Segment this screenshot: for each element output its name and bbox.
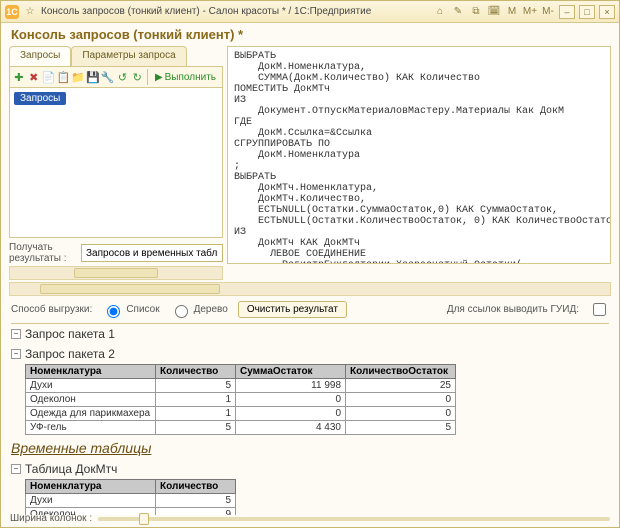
options-row: Способ выгрузки: Список Дерево Очистить … (1, 296, 619, 323)
window-title: Консоль запросов (тонкий клиент) - Салон… (41, 6, 371, 17)
copy-icon[interactable]: ⧉ (469, 5, 483, 19)
collapse-icon[interactable]: − (11, 329, 21, 339)
star-icon[interactable]: ☆ (23, 5, 37, 19)
receive-label: Получать результаты : (9, 242, 77, 264)
query-editor[interactable]: ВЫБРАТЬ ДокМ.Номенклатура, СУММА(ДокМ.Ко… (227, 46, 611, 264)
package1-header[interactable]: − Запрос пакета 1 (11, 326, 609, 342)
new-icon[interactable]: 📄 (42, 68, 56, 86)
slider-track[interactable] (98, 517, 610, 521)
app-icon: 1C (5, 5, 19, 19)
tree-root-item[interactable]: Запросы (14, 92, 66, 105)
run-label: Выполнить (165, 72, 216, 83)
result-table-main: НоменклатураКоличествоСуммаОстатокКоличе… (25, 364, 456, 435)
clear-result-button[interactable]: Очистить результат (238, 301, 347, 318)
guid-label: Для ссылок выводить ГУИД: (447, 304, 579, 315)
settings-icon[interactable]: 🔧 (101, 68, 115, 86)
run-button[interactable]: ▶ Выполнить (151, 68, 220, 86)
mminus-icon[interactable]: M- (541, 5, 555, 19)
edit-icon[interactable]: ✎ (451, 5, 465, 19)
collapse-icon[interactable]: − (11, 464, 21, 474)
collapse-icon[interactable]: − (11, 349, 21, 359)
mplus-icon[interactable]: M+ (523, 5, 537, 19)
play-icon: ▶ (155, 72, 163, 83)
undo-icon[interactable]: ↺ (116, 68, 130, 86)
slider-thumb[interactable] (139, 513, 149, 525)
toolbar: ✚ ✖ 📄 📋 📁 💾 🔧 ↺ ↻ ▶ Выполнить (9, 66, 223, 88)
redo-icon[interactable]: ↻ (130, 68, 144, 86)
tab-params[interactable]: Параметры запроса (71, 46, 186, 66)
left-hscroll[interactable] (9, 266, 223, 280)
temp-tables-heading: Временные таблицы (11, 439, 609, 457)
receive-input[interactable] (81, 244, 223, 262)
package2-header[interactable]: − Запрос пакета 2 (11, 346, 609, 362)
guid-checkbox[interactable] (593, 303, 606, 316)
minimize-button[interactable]: – (559, 5, 575, 19)
left-pane: Запросы Параметры запроса ✚ ✖ 📄 📋 📁 💾 🔧 … (9, 46, 223, 280)
copy-tb-icon[interactable]: 📋 (56, 68, 70, 86)
tabs: Запросы Параметры запроса (9, 46, 223, 66)
titlebar: 1C ☆ Консоль запросов (тонкий клиент) - … (1, 1, 619, 23)
page-title: Консоль запросов (тонкий клиент) * (1, 23, 619, 44)
maximize-button[interactable]: □ (579, 5, 595, 19)
results-area: − Запрос пакета 1 − Запрос пакета 2 Номе… (11, 323, 609, 515)
temp-table-header[interactable]: − Таблица ДокМтч (11, 461, 609, 477)
tab-requests[interactable]: Запросы (9, 46, 71, 66)
home-icon[interactable]: ⌂ (433, 5, 447, 19)
add-icon[interactable]: ✚ (12, 68, 26, 86)
column-width-slider: Ширина колонок : (10, 513, 610, 524)
code-hscroll[interactable] (9, 282, 611, 296)
mode-label: Способ выгрузки: (11, 304, 92, 315)
save-icon[interactable]: 💾 (86, 68, 100, 86)
slider-label: Ширина колонок : (10, 513, 92, 524)
query-tree[interactable]: Запросы (9, 88, 223, 238)
calendar-icon[interactable]: 🗓 (487, 5, 501, 19)
result-table-temp: НоменклатураКоличествоДухи5Одеколон9Одеж… (25, 479, 236, 515)
open-icon[interactable]: 📁 (71, 68, 85, 86)
close-button[interactable]: × (599, 5, 615, 19)
radio-tree[interactable]: Дерево (170, 302, 228, 318)
radio-list[interactable]: Список (102, 302, 159, 318)
delete-icon[interactable]: ✖ (27, 68, 41, 86)
m-icon[interactable]: M (505, 5, 519, 19)
